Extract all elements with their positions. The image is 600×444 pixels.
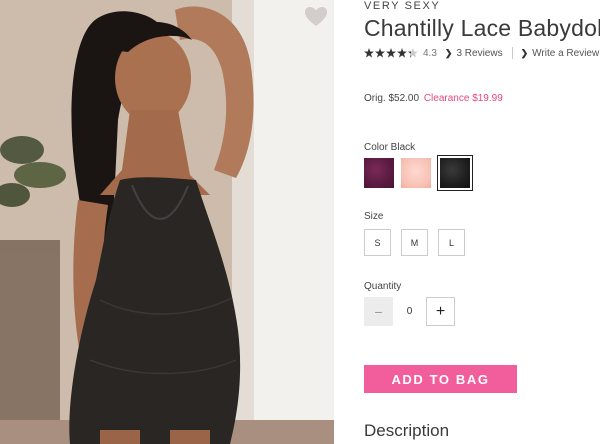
star-icon (375, 48, 385, 58)
star-half-icon (408, 48, 418, 58)
price-row: Orig. $52.00 Clearance $19.99 (364, 93, 503, 104)
color-label: Color Black (364, 142, 416, 153)
divider (511, 47, 513, 59)
product-photo-illustration (0, 0, 334, 444)
chevron-right-icon: ❯ (444, 47, 453, 58)
product-info-panel: VERY SEXY Chantilly Lace Babydoll 4.3 ❯ … (364, 0, 600, 444)
star-rating (364, 48, 419, 58)
clearance-price: Clearance $19.99 (423, 93, 503, 104)
size-m-button[interactable]: M (401, 229, 428, 256)
size-s-button[interactable]: S (364, 229, 391, 256)
star-icon (386, 48, 396, 58)
swatch-black[interactable] (437, 155, 473, 191)
product-title: Chantilly Lace Babydoll (364, 15, 600, 41)
plus-icon[interactable]: + (426, 297, 455, 326)
add-to-bag-button[interactable]: ADD TO BAG (364, 365, 517, 393)
star-icon (364, 48, 374, 58)
size-l-button[interactable]: L (438, 229, 465, 256)
product-image[interactable] (0, 0, 334, 444)
heart-icon[interactable] (304, 6, 328, 28)
color-swatches (364, 155, 477, 191)
size-options: S M L (364, 229, 475, 256)
star-icon (397, 48, 407, 58)
brand-label: VERY SEXY (364, 0, 441, 12)
quantity-stepper: − 0 + (364, 297, 455, 326)
rating-row: 4.3 ❯ 3 Reviews ❯ Write a Review (364, 46, 599, 60)
description-heading[interactable]: Description (364, 421, 449, 441)
chevron-right-icon: ❯ (520, 47, 529, 58)
write-review-link[interactable]: Write a Review (532, 48, 599, 59)
quantity-value[interactable]: 0 (393, 306, 426, 317)
reviews-link[interactable]: 3 Reviews (456, 48, 502, 59)
minus-icon[interactable]: − (364, 297, 393, 326)
swatch-purple[interactable] (364, 158, 394, 188)
swatch-pink[interactable] (401, 158, 431, 188)
rating-value: 4.3 (423, 47, 437, 59)
original-price: Orig. $52.00 (364, 93, 420, 104)
size-label: Size (364, 211, 384, 222)
quantity-label: Quantity (364, 281, 402, 292)
